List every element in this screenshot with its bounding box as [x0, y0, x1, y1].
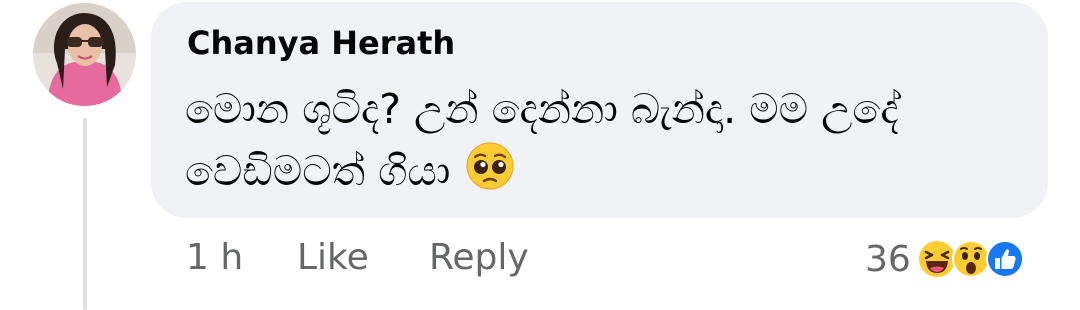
like-link[interactable]: Like [297, 237, 369, 278]
avatar[interactable] [33, 3, 136, 106]
reaction-icons [917, 239, 1025, 279]
comment-author[interactable]: Chanya Herath [187, 24, 455, 62]
thread-line [83, 118, 87, 310]
reaction-summary[interactable]: 36 [865, 230, 1025, 288]
comment-text-content: මොන ශූටිද? උන් දෙන්නා බැන්දා. මම උදේ වෙඩ… [185, 85, 899, 195]
thumbs-up-icon [985, 239, 1025, 279]
reaction-count: 36 [865, 238, 911, 280]
pleading-face-icon [465, 141, 515, 208]
comment-text: මොන ශූටිද? උන් දෙන්නා බැන්දා. මම උදේ වෙඩ… [185, 78, 1035, 208]
comment-bubble: Chanya Herath මොන ශූටිද? උන් දෙන්නා බැන්… [151, 2, 1048, 218]
reply-link[interactable]: Reply [429, 237, 529, 278]
comment-time[interactable]: 1 h [186, 237, 243, 278]
